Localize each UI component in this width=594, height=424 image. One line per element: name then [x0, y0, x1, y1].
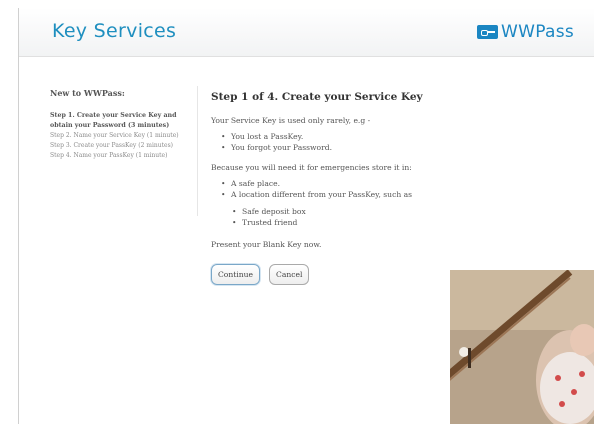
intro-text: Your Service Key is used only rarely, e.…: [211, 116, 371, 125]
list-item: A location different from your PassKey, …: [221, 189, 471, 200]
continue-button[interactable]: Continue: [211, 264, 261, 285]
prompt-text: Present your Blank Key now.: [211, 240, 322, 249]
storage-list: A safe place. A location different from …: [221, 178, 471, 200]
sidebar: New to WWPass: Step 1. Create your Servi…: [50, 88, 200, 161]
sidebar-title: New to WWPass:: [50, 88, 125, 98]
step-title: Step 1 of 4. Create your Service Key: [211, 91, 423, 103]
list-item: Safe deposit box: [232, 206, 471, 217]
sidebar-step-3: Step 3. Create your PassKey (2 minutes): [50, 142, 174, 149]
header: Key Services WWPass: [19, 8, 594, 57]
key-icon: [477, 25, 498, 39]
list-item: Trusted friend: [232, 217, 471, 228]
divider: [197, 86, 198, 216]
cancel-button[interactable]: Cancel: [269, 264, 310, 285]
button-row: Continue Cancel: [211, 264, 471, 285]
sidebar-step-2: Step 2. Name your Service Key (1 minute): [50, 132, 179, 139]
webcam-photo-image: [450, 270, 594, 424]
brand-name: WWPass: [501, 22, 575, 42]
sidebar-step-4: Step 4. Name your PassKey (1 minute): [50, 152, 168, 159]
list-item: You lost a PassKey.: [221, 131, 471, 142]
list-item: You forgot your Password.: [221, 142, 471, 153]
webcam-photo: [450, 270, 594, 424]
brand-logo: WWPass: [477, 22, 574, 42]
list-item: A safe place.: [221, 178, 471, 189]
examples-list: Safe deposit box Trusted friend: [232, 206, 471, 228]
reasons-list: You lost a PassKey. You forgot your Pass…: [221, 131, 471, 153]
page-title: Key Services: [52, 20, 177, 42]
storage-intro: Because you will need it for emergencies…: [211, 163, 412, 172]
main-content: Step 1 of 4. Create your Service Key You…: [211, 91, 471, 285]
sidebar-step-1: Step 1. Create your Service Key and obta…: [50, 112, 177, 129]
